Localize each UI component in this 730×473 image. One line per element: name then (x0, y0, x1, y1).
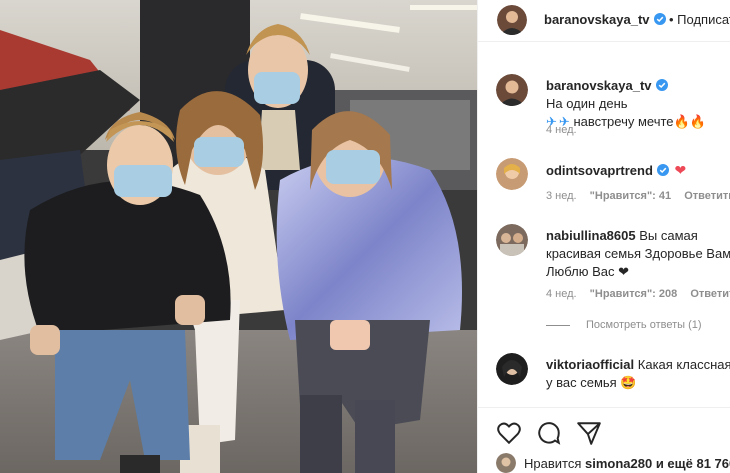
comment-time: 4 нед. (546, 288, 577, 300)
post-side-panel: baranovskaya_tv • Подписаться baranovska… (477, 0, 730, 473)
caption-author-avatar[interactable] (496, 74, 528, 106)
comment-likes[interactable]: "Нравится": 41 (590, 190, 671, 202)
caption-time: 4 нед. (546, 124, 577, 136)
view-replies-label[interactable]: Посмотреть ответы (1) (586, 319, 702, 331)
comment-body: ❤ (674, 162, 687, 178)
liker-avatar[interactable] (496, 453, 516, 473)
likes-count[interactable]: и ещё 81 760 (656, 456, 730, 471)
commenter-username[interactable]: nabiullina8605 (546, 228, 636, 243)
author-username[interactable]: baranovskaya_tv (544, 12, 666, 27)
comment-text: viktoriaofficial Какая классная у вас се… (546, 356, 730, 392)
replies-divider (546, 324, 570, 326)
comment-time: 3 нед. (546, 190, 577, 202)
commenter-avatar[interactable] (496, 158, 528, 190)
comment-bubble-icon[interactable] (536, 420, 562, 446)
fire-emoji: 🔥 (689, 114, 706, 129)
caption-author[interactable]: baranovskaya_tv (546, 78, 668, 93)
reply-button[interactable]: Ответить (684, 190, 730, 202)
commenter-username[interactable]: viktoriaofficial (546, 357, 634, 372)
commenter-username-text[interactable]: odintsovaprtrend (546, 163, 653, 178)
comment-meta: 3 нед. "Нравится": 41 Ответить (546, 190, 730, 202)
view-replies[interactable]: Посмотреть ответы (1) (546, 319, 702, 331)
likes-user[interactable]: simona280 (585, 456, 652, 471)
author-username-text[interactable]: baranovskaya_tv (544, 12, 650, 27)
verified-badge-icon (653, 13, 666, 25)
like-heart-icon[interactable] (496, 420, 522, 446)
follow-button[interactable]: • Подписаться (669, 12, 730, 27)
comment-meta: 4 нед. "Нравится": 208 Ответить (546, 288, 730, 300)
post-actions-bar: Нравится simona280 и ещё 81 760 (478, 407, 730, 473)
verified-badge-icon (656, 164, 669, 176)
share-paper-plane-icon[interactable] (576, 420, 602, 446)
comment-likes[interactable]: "Нравится": 208 (590, 288, 678, 300)
verified-badge-icon (655, 79, 668, 91)
post-header: baranovskaya_tv • Подписаться (478, 0, 730, 42)
likes-summary[interactable]: Нравится simona280 и ещё 81 760 (524, 456, 730, 471)
likes-prefix: Нравится (524, 456, 582, 471)
commenter-avatar[interactable] (496, 353, 528, 385)
post-photo[interactable] (0, 0, 477, 473)
author-avatar[interactable] (497, 5, 527, 35)
commenter-username[interactable]: odintsovaprtrend (546, 163, 669, 178)
comment-text: nabiullina8605 Вы самая красивая семья З… (546, 227, 730, 281)
commenter-avatar[interactable] (496, 224, 528, 256)
caption-text: baranovskaya_tv На один день ✈ ✈ навстреч… (546, 77, 730, 131)
caption-author-text[interactable]: baranovskaya_tv (546, 78, 652, 93)
reply-button[interactable]: Ответить (690, 288, 730, 300)
photo-illustration (0, 0, 477, 473)
comment-text: odintsovaprtrend ❤ (546, 161, 730, 180)
caption-body: На один день (546, 96, 628, 111)
fire-emoji: 🔥 (673, 114, 690, 129)
caption-line-2: навстречу мечте (573, 114, 674, 129)
